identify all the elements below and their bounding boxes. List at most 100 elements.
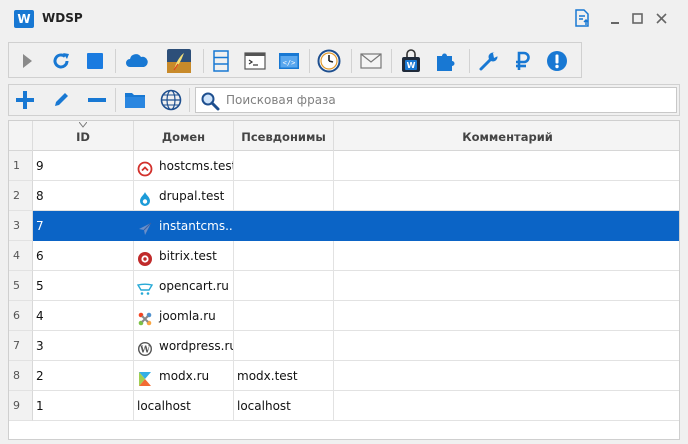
row-number-cell[interactable]: 3 xyxy=(9,211,33,241)
domain-cell[interactable]: Wwordpress.ru xyxy=(134,331,234,361)
domain-cell[interactable]: instantcms.... xyxy=(134,211,234,241)
comment-cell[interactable] xyxy=(334,361,679,391)
aliases-cell[interactable] xyxy=(234,241,334,271)
aliases-cell[interactable] xyxy=(234,151,334,181)
domain-cell-text: hostcms.test xyxy=(159,159,234,173)
id-cell[interactable]: 1 xyxy=(33,391,134,421)
column-header-id[interactable]: ID xyxy=(33,121,134,151)
terminal-icon[interactable] xyxy=(241,47,269,75)
layout-rows-icon[interactable] xyxy=(207,47,235,75)
domain-cell-text: joomla.ru xyxy=(159,309,216,323)
plugin-puzzle-icon[interactable] xyxy=(431,47,459,75)
row-number-cell-text: 5 xyxy=(13,279,20,292)
aliases-cell[interactable] xyxy=(234,271,334,301)
column-header-num xyxy=(9,121,33,151)
id-cell[interactable]: 7 xyxy=(33,211,134,241)
row-number-cell[interactable]: 7 xyxy=(9,331,33,361)
clock-icon[interactable] xyxy=(315,47,343,75)
table-row[interactable]: 8 2 modx.ru modx.test xyxy=(9,361,679,391)
table-row[interactable]: 4 6 bitrix.test xyxy=(9,241,679,271)
table-row[interactable]: 9 1 localhost localhost xyxy=(9,391,679,421)
comment-cell[interactable] xyxy=(334,241,679,271)
aliases-cell[interactable]: modx.test xyxy=(234,361,334,391)
aliases-cell[interactable] xyxy=(234,211,334,241)
table-header: ID Домен Псевдонимы Комментарий xyxy=(9,121,679,151)
row-number-cell[interactable]: 4 xyxy=(9,241,33,271)
wordpress-icon: W xyxy=(137,338,153,356)
settings-wrench-icon[interactable] xyxy=(475,47,503,75)
code-editor-icon[interactable]: </> xyxy=(275,47,303,75)
id-cell[interactable]: 5 xyxy=(33,271,134,301)
comment-cell[interactable] xyxy=(334,271,679,301)
row-number-cell[interactable]: 1 xyxy=(9,151,33,181)
domain-cell-text: drupal.test xyxy=(159,189,225,203)
domain-cell[interactable]: bitrix.test xyxy=(134,241,234,271)
globe-icon[interactable] xyxy=(157,86,185,114)
restart-icon[interactable] xyxy=(47,47,75,75)
id-cell-text: 9 xyxy=(36,159,44,173)
aliases-cell[interactable]: localhost xyxy=(234,391,334,421)
id-cell[interactable]: 3 xyxy=(33,331,134,361)
table-row[interactable]: 5 5 opencart.ru xyxy=(9,271,679,301)
aliases-cell[interactable] xyxy=(234,301,334,331)
column-header-aliases[interactable]: Псевдонимы xyxy=(234,121,334,151)
comment-cell[interactable] xyxy=(334,211,679,241)
table-row[interactable]: 6 4 joomla.ru xyxy=(9,301,679,331)
apache-feather-icon[interactable] xyxy=(165,47,193,75)
table-row[interactable]: 3 7 instantcms.... xyxy=(9,211,679,241)
table-row[interactable]: 7 3 Wwordpress.ru xyxy=(9,331,679,361)
sort-desc-icon xyxy=(79,122,87,128)
stop-icon[interactable] xyxy=(81,47,109,75)
aliases-cell[interactable] xyxy=(234,181,334,211)
play-icon[interactable] xyxy=(13,47,41,75)
id-cell[interactable]: 6 xyxy=(33,241,134,271)
domain-cell[interactable]: localhost xyxy=(134,391,234,421)
id-cell[interactable]: 4 xyxy=(33,301,134,331)
column-header-comment[interactable]: Комментарий xyxy=(334,121,679,151)
domain-cell[interactable]: hostcms.test xyxy=(134,151,234,181)
app-logo: W xyxy=(14,10,34,28)
id-cell[interactable]: 8 xyxy=(33,181,134,211)
comment-cell[interactable] xyxy=(334,301,679,331)
comment-cell[interactable] xyxy=(334,151,679,181)
modx-icon xyxy=(137,368,153,386)
mail-icon[interactable] xyxy=(357,47,385,75)
domain-cell-text: modx.ru xyxy=(159,369,210,383)
domain-cell[interactable]: joomla.ru xyxy=(134,301,234,331)
domain-cell-text: instantcms.... xyxy=(159,219,234,233)
id-cell[interactable]: 2 xyxy=(33,361,134,391)
comment-cell[interactable] xyxy=(334,391,679,421)
about-alert-icon[interactable] xyxy=(543,47,571,75)
export-icon[interactable] xyxy=(572,8,592,28)
row-number-cell[interactable]: 8 xyxy=(9,361,33,391)
domain-cell[interactable]: opencart.ru xyxy=(134,271,234,301)
comment-cell[interactable] xyxy=(334,181,679,211)
row-number-cell[interactable]: 6 xyxy=(9,301,33,331)
row-number-cell[interactable]: 9 xyxy=(9,391,33,421)
row-number-cell[interactable]: 5 xyxy=(9,271,33,301)
row-number-cell[interactable]: 2 xyxy=(9,181,33,211)
edit-pencil-icon[interactable] xyxy=(47,86,75,114)
domain-cell[interactable]: modx.ru xyxy=(134,361,234,391)
folder-icon[interactable] xyxy=(121,86,149,114)
close-icon[interactable] xyxy=(652,8,672,28)
add-icon[interactable] xyxy=(11,86,39,114)
column-header-domain[interactable]: Домен xyxy=(134,121,234,151)
table-row[interactable]: 2 8 drupal.test xyxy=(9,181,679,211)
svg-text:W: W xyxy=(139,345,151,355)
domain-cell[interactable]: drupal.test xyxy=(134,181,234,211)
aliases-cell[interactable] xyxy=(234,331,334,361)
shop-bag-icon[interactable]: W xyxy=(397,47,425,75)
comment-cell[interactable] xyxy=(334,331,679,361)
search-input[interactable] xyxy=(224,91,664,109)
cloud-icon[interactable] xyxy=(123,47,151,75)
donate-ruble-icon[interactable] xyxy=(509,47,537,75)
id-cell-text: 2 xyxy=(36,369,44,383)
maximize-icon[interactable] xyxy=(628,8,648,28)
search-box[interactable] xyxy=(195,87,677,113)
remove-icon[interactable] xyxy=(83,86,111,114)
table-row[interactable]: 1 9 hostcms.test xyxy=(9,151,679,181)
minimize-icon[interactable] xyxy=(606,8,626,28)
opencart-icon xyxy=(136,278,154,295)
id-cell[interactable]: 9 xyxy=(33,151,134,181)
